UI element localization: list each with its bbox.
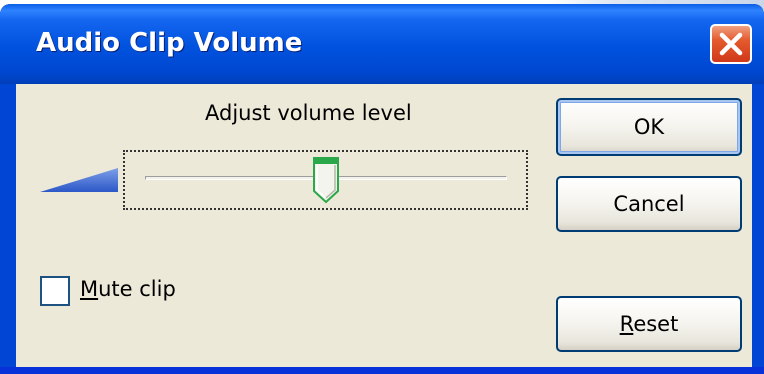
- mute-clip-mnemonic: M: [80, 277, 99, 301]
- mute-clip-checkbox[interactable]: [40, 276, 70, 306]
- volume-wedge-icon: [40, 168, 118, 192]
- cancel-button[interactable]: Cancel: [556, 176, 742, 232]
- window-border-left: [0, 84, 16, 367]
- reset-label-rest: eset: [633, 312, 679, 336]
- window-border-right: [752, 84, 764, 367]
- mute-clip-label[interactable]: Mute clip: [80, 277, 176, 301]
- slider-thumb[interactable]: [311, 155, 341, 205]
- window-title: Audio Clip Volume: [36, 28, 303, 58]
- title-bar[interactable]: Audio Clip Volume: [0, 4, 764, 84]
- close-icon: [719, 32, 743, 56]
- ok-button[interactable]: OK: [556, 98, 742, 156]
- mute-clip-label-rest: ute clip: [98, 277, 176, 301]
- close-button[interactable]: [710, 24, 752, 64]
- window-border-bottom: [0, 367, 764, 374]
- adjust-volume-label: Adjust volume level: [205, 101, 412, 125]
- reset-button[interactable]: Reset: [556, 296, 742, 352]
- reset-mnemonic: R: [619, 312, 634, 336]
